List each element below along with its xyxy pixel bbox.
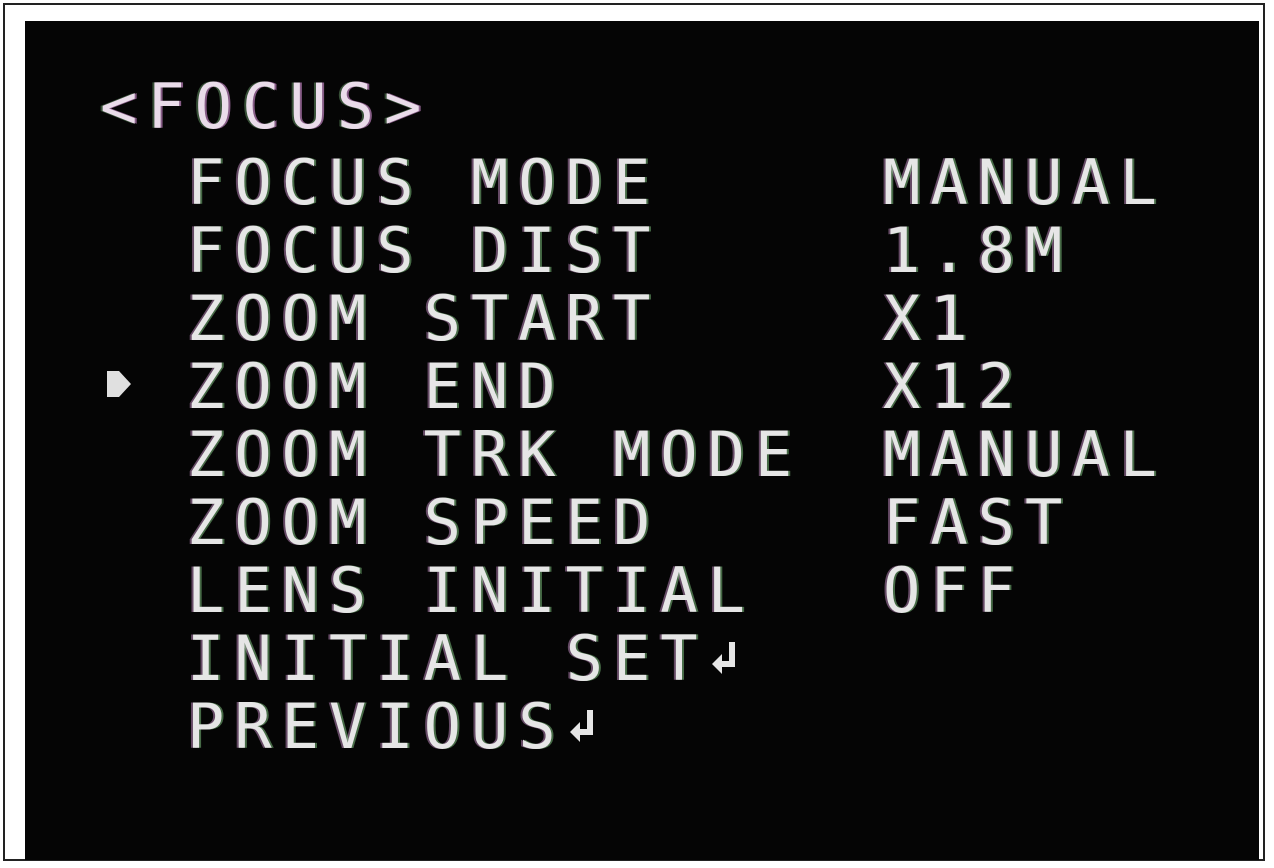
menu-item-value: X1 — [883, 282, 978, 355]
menu-item-label: ZOOM END — [187, 350, 566, 423]
menu-item-value: OFF — [883, 554, 1025, 627]
enter-return-icon — [566, 704, 600, 748]
menu-item-value: MANUAL — [883, 146, 1167, 219]
menu-item-value: MANUAL — [883, 418, 1167, 491]
menu-item-label: ZOOM START — [187, 282, 661, 355]
menu-item-label: PREVIOUS — [187, 690, 566, 763]
menu-item-label: ZOOM TRK MODE — [187, 418, 803, 491]
menu-item-label: FOCUS MODE — [187, 146, 661, 219]
menu-item-focus-dist[interactable]: FOCUS DIST 1.8M — [25, 214, 1259, 397]
menu-item-label-wrap: PREVIOUS — [187, 693, 600, 761]
osd-screen: <FOCUS> FOCUS MODE MANUAL FOCUS DIST 1.8… — [25, 21, 1259, 860]
menu-item-initial-set[interactable]: INITIAL SET — [25, 625, 1259, 693]
outer-frame: <FOCUS> FOCUS MODE MANUAL FOCUS DIST 1.8… — [3, 3, 1265, 861]
menu-item-previous[interactable]: PREVIOUS — [25, 693, 1259, 761]
menu-item-zoom-speed[interactable]: ZOOM SPEED FAST — [25, 489, 1259, 557]
menu-item-label: FOCUS DIST — [187, 214, 661, 287]
menu-item-zoom-start[interactable]: ZOOM START X1 — [25, 285, 1259, 353]
menu-item-lens-initial[interactable]: LENS INITIAL OFF — [25, 557, 1259, 625]
menu-item-value: X12 — [883, 350, 1025, 423]
menu-item-label: LENS INITIAL — [187, 554, 755, 627]
menu-item-value: 1.8M — [883, 214, 1073, 287]
menu-title: <FOCUS> — [100, 70, 432, 143]
enter-return-icon — [708, 636, 742, 680]
menu-item-label: ZOOM SPEED — [187, 486, 661, 559]
menu-item-zoom-end[interactable]: ZOOM END X12 — [25, 353, 1259, 421]
menu-item-zoom-trk-mode[interactable]: ZOOM TRK MODE MANUAL — [25, 421, 1259, 489]
menu-item-value: FAST — [883, 486, 1073, 559]
menu-item-focus-mode[interactable]: FOCUS MODE MANUAL — [25, 149, 1259, 217]
menu-item-label-wrap: INITIAL SET — [187, 625, 742, 693]
menu-item-label: INITIAL SET — [187, 622, 708, 695]
